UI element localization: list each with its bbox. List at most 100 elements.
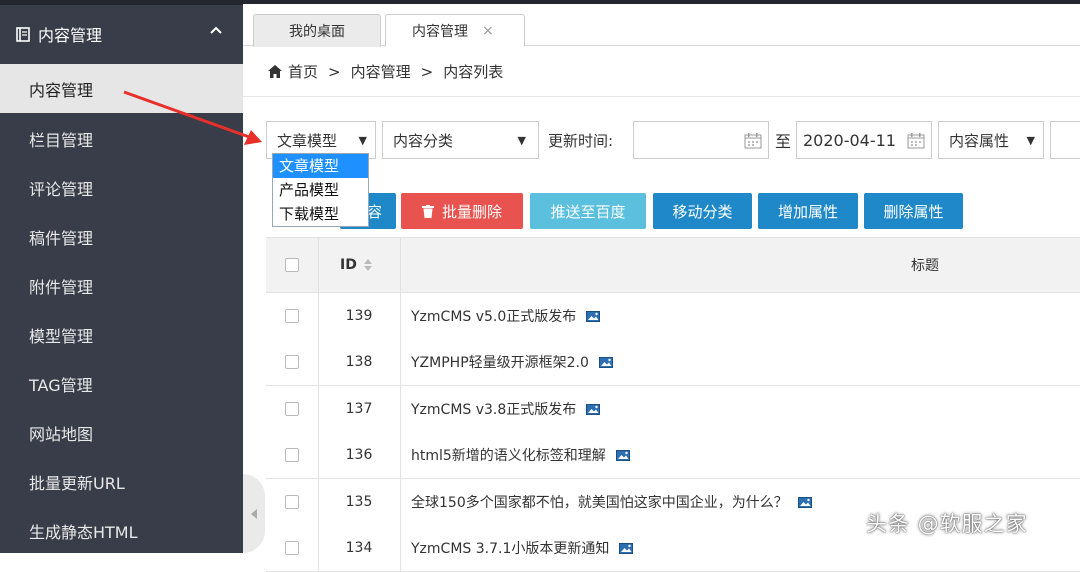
breadcrumb-separator: > [420, 62, 434, 81]
delete-attribute-button[interactable]: 删除属性 [864, 193, 963, 229]
tab-bar: 我的桌面 内容管理 × [243, 0, 1080, 47]
row-checkbox[interactable] [285, 495, 299, 509]
image-icon [586, 403, 601, 415]
trash-icon [421, 204, 434, 218]
sidebar-item-label: 附件管理 [29, 277, 94, 297]
tab-content-manage[interactable]: 内容管理 × [385, 14, 525, 47]
add-attribute-label: 增加属性 [777, 202, 838, 221]
select-all-checkbox[interactable] [285, 258, 299, 272]
row-id: 137 [345, 401, 373, 417]
caret-down-icon: ▼ [358, 133, 367, 147]
title-column-header: 标题 [911, 258, 939, 274]
attribute-select-value: 内容属性 [949, 131, 1010, 150]
end-date-input[interactable]: 2020-04-11 [796, 121, 932, 159]
sidebar-collapse-handle[interactable] [243, 474, 265, 553]
table-row: 138 YZMPHP轻量级开源框架2.0 [266, 339, 1080, 386]
add-content-label: 容 [366, 202, 382, 221]
sidebar-item-model[interactable]: 模型管理 [0, 310, 243, 359]
calendar-icon[interactable] [744, 133, 762, 149]
row-select-cell [285, 432, 305, 478]
tab-label: 内容管理 [412, 23, 468, 40]
breadcrumb-content-manage[interactable]: 内容管理 [351, 61, 411, 82]
model-dropdown-list: 文章模型 产品模型 下载模型 [272, 153, 369, 227]
row-checkbox[interactable] [285, 355, 299, 369]
push-to-baidu-button[interactable]: 推送至百度 [530, 193, 646, 229]
row-title-cell: YZMPHP轻量级开源框架2.0 [411, 339, 613, 385]
row-title-link[interactable]: 全球150多个国家都不怕，就美国怕这家中国企业，为什么？ [411, 492, 788, 512]
table-row: 137 YzmCMS v3.8正式版发布 [266, 386, 1080, 433]
image-icon [615, 449, 630, 461]
sidebar-item-column[interactable]: 栏目管理 [0, 114, 243, 163]
sidebar-item-manuscript[interactable]: 稿件管理 [0, 212, 243, 261]
delete-attribute-label: 删除属性 [883, 202, 944, 221]
row-id: 134 [345, 540, 373, 556]
row-id: 136 [345, 447, 373, 463]
watermark: 头条 @软服之家 [866, 512, 1028, 536]
row-title-link[interactable]: YzmCMS v3.8正式版发布 [411, 399, 576, 419]
row-checkbox[interactable] [285, 309, 299, 323]
sidebar-item-tag[interactable]: TAG管理 [0, 359, 243, 408]
sidebar-group-header[interactable]: 内容管理 [0, 5, 243, 63]
row-title-cell: 全球150多个国家都不怕，就美国怕这家中国企业，为什么？ [411, 479, 812, 525]
id-column-header[interactable]: ID [340, 238, 373, 292]
sidebar-item-label: 栏目管理 [29, 130, 94, 150]
sidebar-group-title: 内容管理 [38, 26, 103, 45]
sidebar-item-label: TAG管理 [29, 375, 93, 395]
select-all-cell [285, 238, 305, 292]
sidebar-item-label: 稿件管理 [29, 228, 94, 248]
caret-down-icon: ▼ [517, 133, 526, 147]
attribute-select[interactable]: 内容属性 ▼ [938, 121, 1044, 159]
table-row: 136 html5新增的语义化标签和理解 [266, 432, 1080, 479]
breadcrumb-home[interactable]: 首页 [288, 61, 318, 82]
sidebar-item-label: 网站地图 [29, 424, 94, 444]
sidebar-item-sitemap[interactable]: 网站地图 [0, 408, 243, 457]
breadcrumb-separator: > [328, 62, 341, 81]
row-id: 135 [345, 494, 373, 510]
top-strip [243, 0, 1080, 4]
chevron-up-icon[interactable] [209, 25, 223, 35]
move-category-label: 移动分类 [672, 202, 733, 221]
row-select-cell [285, 479, 305, 525]
content-table: ID 标题 139 YzmCMS v5.0正式版发布 138 YZMPHP轻量级开源框… [266, 237, 1080, 572]
dropdown-option-download[interactable]: 下载模型 [273, 202, 368, 226]
calendar-icon[interactable] [907, 133, 925, 149]
sidebar-item-attachment[interactable]: 附件管理 [0, 261, 243, 310]
image-icon [619, 542, 634, 554]
row-title-cell: YzmCMS v3.8正式版发布 [411, 386, 601, 432]
book-icon [16, 26, 30, 42]
dropdown-option-article[interactable]: 文章模型 [273, 154, 368, 178]
row-checkbox[interactable] [285, 448, 299, 462]
sidebar-item-label: 评论管理 [29, 179, 94, 199]
row-title-link[interactable]: YzmCMS v5.0正式版发布 [411, 306, 576, 326]
row-title-cell: html5新增的语义化标签和理解 [411, 432, 630, 478]
row-title-cell: YzmCMS 3.7.1小版本更新通知 [411, 525, 634, 571]
row-title-link[interactable]: YZMPHP轻量级开源框架2.0 [411, 352, 589, 372]
date-range-to-label: 至 [775, 132, 792, 151]
row-select-cell [285, 525, 305, 571]
sidebar-item-static-html[interactable]: 生成静态HTML [0, 506, 243, 555]
sidebar-item-content[interactable]: 内容管理 [0, 64, 243, 113]
dropdown-option-product[interactable]: 产品模型 [273, 178, 368, 202]
row-id: 138 [345, 354, 373, 370]
sidebar-item-comment[interactable]: 评论管理 [0, 163, 243, 212]
breadcrumb-content-list: 内容列表 [443, 63, 504, 81]
tab-desktop[interactable]: 我的桌面 [253, 14, 381, 47]
image-icon [797, 496, 812, 508]
add-attribute-button[interactable]: 增加属性 [758, 193, 858, 229]
caret-left-icon [251, 508, 257, 519]
row-id: 139 [345, 308, 373, 324]
next-filter-select[interactable] [1050, 121, 1080, 159]
move-category-button[interactable]: 移动分类 [653, 193, 752, 229]
push-to-baidu-label: 推送至百度 [550, 202, 626, 221]
sidebar-item-batch-url[interactable]: 批量更新URL [0, 457, 243, 506]
sort-icon[interactable] [363, 258, 373, 272]
row-checkbox[interactable] [285, 402, 299, 416]
row-title-link[interactable]: html5新增的语义化标签和理解 [411, 445, 606, 465]
category-select[interactable]: 内容分类 ▼ [382, 121, 539, 159]
row-select-cell [285, 386, 305, 432]
close-icon[interactable]: × [482, 23, 494, 39]
batch-delete-button[interactable]: 批量删除 [401, 193, 523, 229]
start-date-input[interactable] [633, 121, 769, 159]
sidebar-item-label: 内容管理 [29, 80, 94, 100]
row-title-link[interactable]: YzmCMS 3.7.1小版本更新通知 [411, 538, 609, 558]
